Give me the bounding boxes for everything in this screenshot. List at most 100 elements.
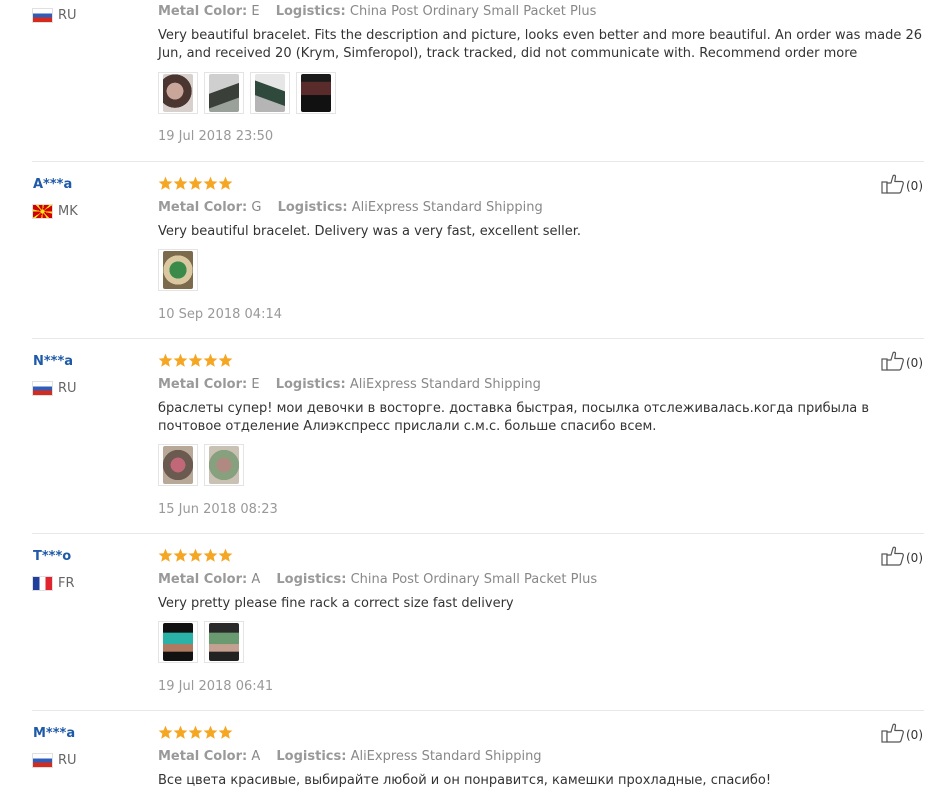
review-photo-thumbnail[interactable] [204, 444, 244, 486]
reviewer-name[interactable]: N***a [33, 354, 73, 369]
review-photos [158, 72, 342, 114]
logistics-label: Logistics: [275, 4, 346, 19]
review-text: Very pretty please fine rack a correct s… [158, 596, 514, 611]
bracelet-photo [163, 74, 193, 112]
star-rating [158, 548, 233, 563]
helpful-count: (0) [906, 551, 923, 565]
review-date: 19 Jul 2018 06:41 [158, 679, 274, 694]
review-text: браслеты супер! мои девочки в восторге. … [158, 401, 870, 434]
russia-flag-icon [33, 753, 52, 767]
star-icon [218, 176, 233, 191]
reviewer-name[interactable]: M***a [33, 726, 75, 741]
star-icon [173, 725, 188, 740]
review-photos [158, 249, 204, 291]
reviewer-country: RU [33, 752, 77, 768]
thumbs-up-icon [881, 546, 905, 570]
logistics-value: AliExpress Standard Shipping [351, 200, 543, 215]
reviewer-country: RU [33, 7, 77, 23]
logistics-value: China Post Ordinary Small Packet Plus [350, 572, 598, 587]
star-rating [158, 176, 233, 191]
metal-color-label: Metal Color: [158, 4, 248, 19]
star-icon [158, 353, 173, 368]
star-icon [188, 725, 203, 740]
bracelet-photo [163, 446, 193, 484]
france-flag-icon [33, 576, 52, 590]
country-code: RU [58, 752, 77, 768]
country-code: RU [58, 7, 77, 23]
star-icon [188, 353, 203, 368]
review-divider [32, 161, 924, 162]
review-divider [32, 533, 924, 534]
star-icon [218, 548, 233, 563]
review-photo-thumbnail[interactable] [158, 72, 198, 114]
star-icon [173, 548, 188, 563]
star-icon [203, 176, 218, 191]
metal-color-value: E [251, 4, 260, 19]
review-date: 10 Sep 2018 04:14 [158, 307, 282, 322]
reviewer-country: MK [33, 203, 78, 219]
bracelet-photo [163, 623, 193, 661]
review-photo-thumbnail[interactable] [158, 249, 198, 291]
bracelet-photo [209, 623, 239, 661]
bracelet-photo [209, 74, 239, 112]
star-icon [158, 176, 173, 191]
review-photo-thumbnail[interactable] [158, 621, 198, 663]
star-rating [158, 725, 233, 740]
reviewer-name[interactable]: A***a [33, 177, 72, 192]
bracelet-photo [255, 74, 285, 112]
reviewer-name[interactable]: T***o [33, 549, 71, 564]
russia-flag-icon [33, 8, 52, 22]
metal-color-value: A [251, 572, 261, 587]
review-photos [158, 444, 250, 486]
metal-color-label: Metal Color: [158, 200, 248, 215]
review-meta: Metal Color: A Logistics: China Post Ord… [158, 572, 609, 587]
star-icon [203, 548, 218, 563]
metal-color-label: Metal Color: [158, 749, 248, 764]
review-divider [32, 710, 924, 711]
thumbs-up-icon [881, 723, 905, 747]
star-rating [158, 353, 233, 368]
helpful-button[interactable]: (0) [881, 351, 923, 375]
helpful-count: (0) [906, 356, 923, 370]
thumbs-up-icon [881, 351, 905, 375]
metal-color-label: Metal Color: [158, 572, 248, 587]
star-icon [173, 353, 188, 368]
bracelet-photo [301, 74, 331, 112]
review-text: Все цвета красивые, выбирайте любой и он… [158, 773, 772, 788]
review-text: Very beautiful bracelet. Fits the descri… [158, 28, 923, 61]
star-icon [173, 176, 188, 191]
star-icon [203, 353, 218, 368]
bracelet-photo [163, 251, 193, 289]
helpful-button[interactable]: (0) [881, 546, 923, 570]
review-meta: Metal Color: A Logistics: AliExpress Sta… [158, 749, 554, 764]
review-date: 19 Jul 2018 23:50 [158, 129, 274, 144]
review-photo-thumbnail[interactable] [296, 72, 336, 114]
russia-flag-icon [33, 381, 52, 395]
star-icon [158, 548, 173, 563]
star-icon [188, 548, 203, 563]
logistics-value: AliExpress Standard Shipping [350, 749, 542, 764]
country-code: FR [58, 575, 75, 591]
review-photo-thumbnail[interactable] [204, 621, 244, 663]
bracelet-photo [209, 446, 239, 484]
review-text: Very beautiful bracelet. Delivery was a … [158, 224, 582, 239]
logistics-label: Logistics: [276, 749, 347, 764]
review-photo-thumbnail[interactable] [204, 72, 244, 114]
star-icon [218, 353, 233, 368]
logistics-value: AliExpress Standard Shipping [349, 377, 541, 392]
helpful-button[interactable]: (0) [881, 723, 923, 747]
review-meta: Metal Color: G Logistics: AliExpress Sta… [158, 200, 555, 215]
review-date: 15 Jun 2018 08:23 [158, 502, 278, 517]
review-meta: Metal Color: E Logistics: AliExpress Sta… [158, 377, 553, 392]
star-icon [158, 725, 173, 740]
helpful-button[interactable]: (0) [881, 174, 923, 198]
star-icon [218, 725, 233, 740]
logistics-label: Logistics: [277, 200, 348, 215]
north-macedonia-flag-icon [33, 204, 52, 218]
review-photo-thumbnail[interactable] [250, 72, 290, 114]
review-photo-thumbnail[interactable] [158, 444, 198, 486]
review-divider [32, 338, 924, 339]
metal-color-value: A [251, 749, 261, 764]
helpful-count: (0) [906, 728, 923, 742]
country-code: RU [58, 380, 77, 396]
